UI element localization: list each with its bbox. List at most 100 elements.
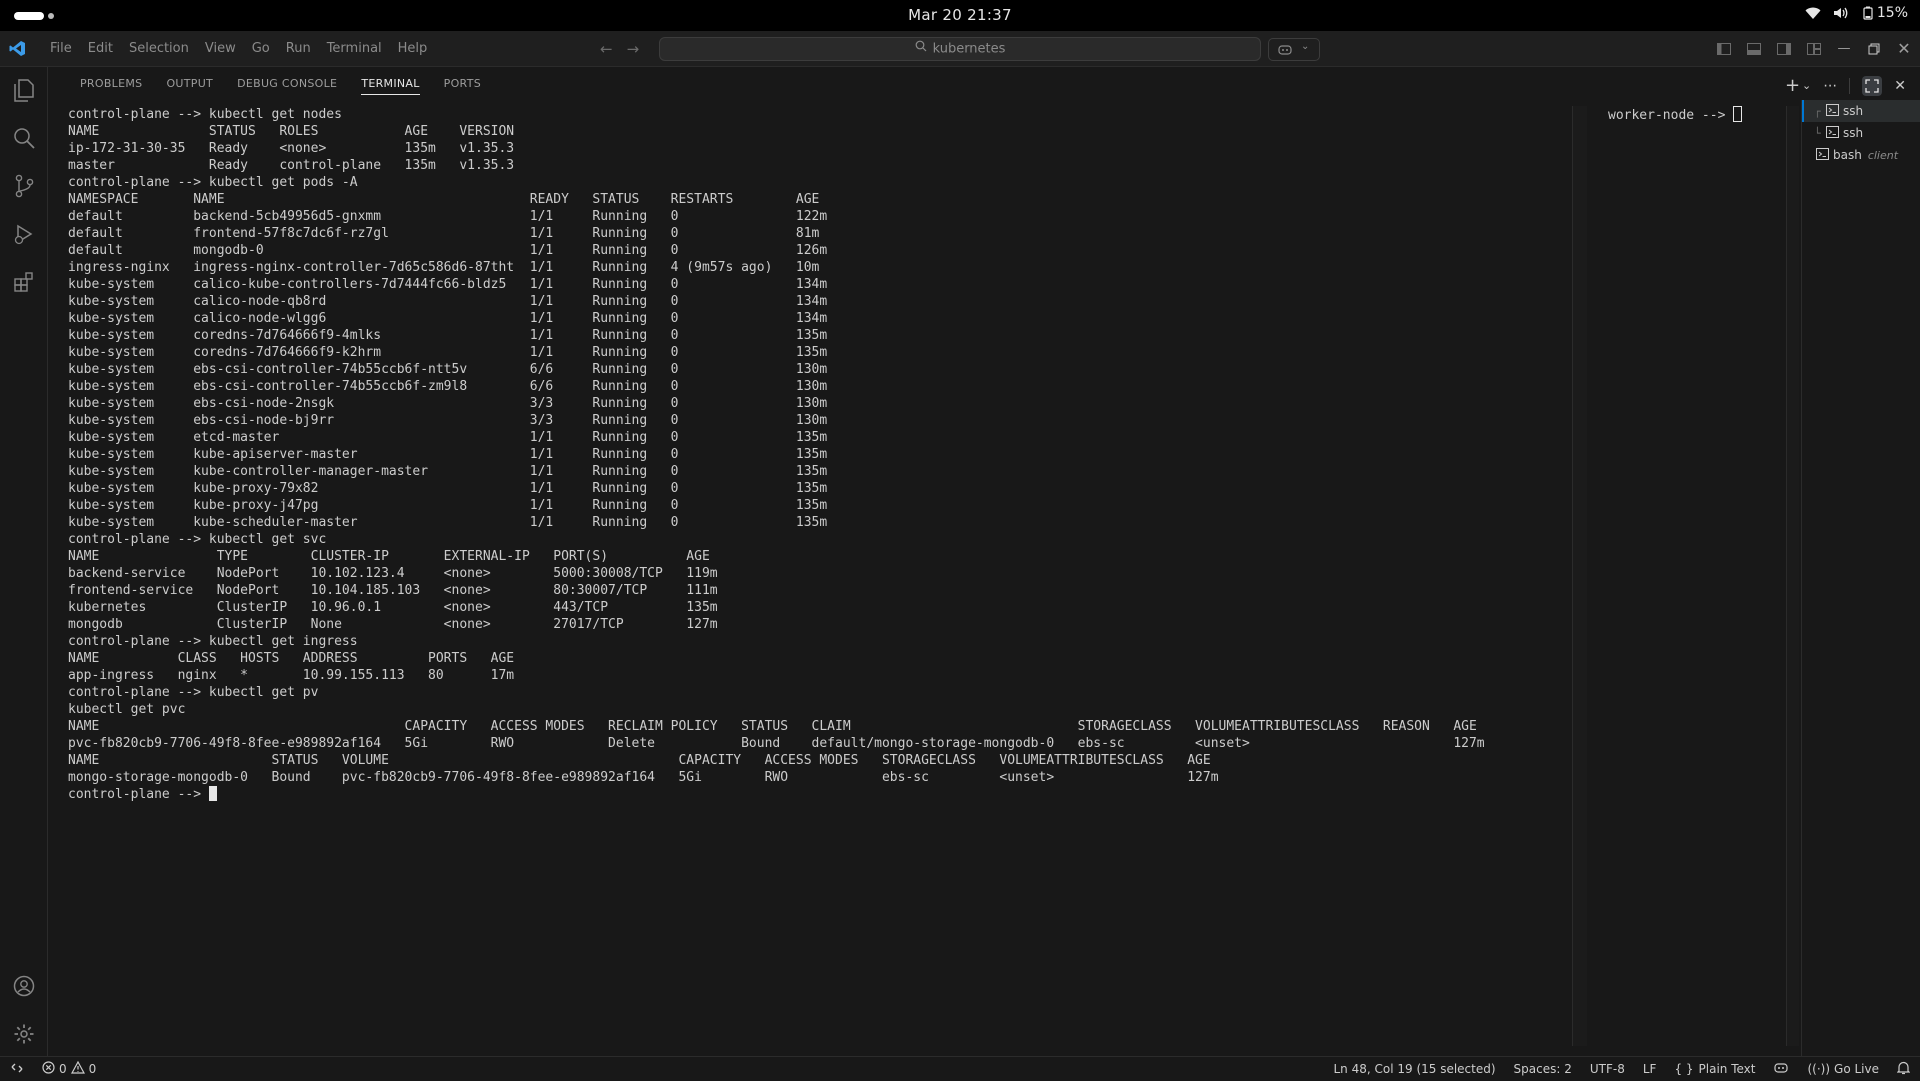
system-clock[interactable]: Mar 20 21:37: [0, 6, 1920, 24]
menu-run[interactable]: Run: [278, 41, 319, 56]
settings-gear-icon[interactable]: [11, 1021, 37, 1047]
terminal-line: ingress-nginx ingress-nginx-controller-7…: [68, 260, 820, 275]
terminal-tab-label: ssh: [1843, 104, 1864, 118]
terminal-line: kube-system ebs-csi-controller-74b55ccb6…: [68, 379, 828, 394]
terminal-line: pvc-fb820cb9-7706-49f8-8fee-e989892af164…: [68, 736, 1485, 751]
terminal-tab-description: client: [1867, 148, 1899, 162]
menu-selection[interactable]: Selection: [121, 41, 197, 56]
terminal-line: control-plane --> kubectl get pv: [68, 685, 319, 700]
tab-debug-console[interactable]: DEBUG CONSOLE: [225, 67, 349, 100]
terminal-line: kube-system ebs-csi-controller-74b55ccb6…: [68, 362, 828, 377]
back-arrow-icon[interactable]: ←: [600, 40, 613, 58]
braces-icon: { }: [1674, 1062, 1694, 1076]
restore-icon[interactable]: [1864, 39, 1884, 59]
status-right: Ln 48, Col 19 (15 selected) Spaces: 2 UT…: [1333, 1057, 1911, 1081]
tab-output[interactable]: OUTPUT: [154, 67, 225, 100]
terminal-control-plane[interactable]: control-plane --> kubectl get nodes NAME …: [68, 106, 1558, 1046]
nav-arrows: ← →: [600, 40, 639, 58]
run-debug-icon[interactable]: [11, 221, 37, 247]
terminal-cursor: [208, 786, 217, 801]
terminal-side-cursor: [1733, 106, 1743, 122]
forward-arrow-icon[interactable]: →: [627, 40, 640, 58]
terminal-line: kube-system calico-kube-controllers-7d74…: [68, 277, 828, 292]
remote-indicator[interactable]: [0, 1057, 34, 1081]
extensions-icon[interactable]: [11, 269, 37, 295]
terminal-output: control-plane --> kubectl get nodes NAME …: [68, 106, 1558, 786]
terminal-line: kube-system kube-proxy-79x82 1/1 Running…: [68, 481, 828, 496]
broadcast-icon: ((·)): [1807, 1062, 1831, 1076]
error-count: 0: [59, 1062, 67, 1076]
terminal-line: ip-172-31-30-35 Ready <none> 135m v1.35.…: [68, 141, 515, 156]
terminal-icon: [1826, 125, 1839, 141]
notifications-bell-icon[interactable]: [1896, 1061, 1911, 1078]
explorer-icon[interactable]: [11, 77, 37, 103]
window-controls: — ✕: [1714, 31, 1914, 66]
system-tray[interactable]: 15%: [1805, 5, 1908, 21]
terminal-line: kube-system ebs-csi-node-2nsgk 3/3 Runni…: [68, 396, 828, 411]
close-panel-icon[interactable]: ✕: [1894, 78, 1906, 94]
vscode-logo-icon: [9, 40, 26, 61]
more-actions-icon[interactable]: ⋯: [1823, 78, 1837, 94]
terminal-tab-bash[interactable]: bash client: [1802, 144, 1920, 166]
language-label: Plain Text: [1698, 1062, 1756, 1076]
copilot-status-icon[interactable]: [1773, 1061, 1789, 1078]
vscode-titlebar: File Edit Selection View Go Run Terminal…: [0, 31, 1920, 67]
battery-percent: 15%: [1876, 5, 1908, 21]
language-mode[interactable]: { } Plain Text: [1674, 1062, 1755, 1076]
terminal-line: default backend-5cb49956d5-gnxmm 1/1 Run…: [68, 209, 828, 224]
terminal-split-sash[interactable]: [1572, 106, 1587, 1046]
menu-edit[interactable]: Edit: [80, 41, 121, 56]
terminal-line: control-plane --> kubectl get svc: [68, 532, 327, 547]
encoding[interactable]: UTF-8: [1590, 1062, 1625, 1076]
menu-help[interactable]: Help: [390, 41, 436, 56]
terminal-line: kube-system etcd-master 1/1 Running 0 13…: [68, 430, 828, 445]
tab-terminal[interactable]: TERMINAL: [349, 67, 431, 100]
terminal-line: kube-system kube-proxy-j47pg 1/1 Running…: [68, 498, 828, 513]
terminal-list-sash[interactable]: [1786, 106, 1799, 1046]
toggle-secondary-sidebar-icon[interactable]: [1774, 39, 1794, 59]
go-live-label: Go Live: [1834, 1062, 1879, 1076]
status-bar: 0 0 Ln 48, Col 19 (15 selected) Spaces: …: [0, 1056, 1920, 1081]
problems-summary[interactable]: 0 0: [34, 1060, 96, 1077]
terminal-line: control-plane --> kubectl get pods -A: [68, 175, 358, 190]
terminal-tab-label: bash: [1833, 148, 1862, 162]
indentation[interactable]: Spaces: 2: [1514, 1062, 1572, 1076]
terminal-dropdown-chevron-icon[interactable]: ⌄: [1802, 79, 1811, 92]
go-live-button[interactable]: ((·)) Go Live: [1807, 1062, 1879, 1076]
menu-bar: File Edit Selection View Go Run Terminal…: [42, 31, 435, 66]
command-center-search[interactable]: kubernetes: [659, 37, 1261, 61]
customize-layout-icon[interactable]: [1804, 39, 1824, 59]
toggle-panel-icon[interactable]: [1744, 39, 1764, 59]
menu-terminal[interactable]: Terminal: [319, 41, 390, 56]
toggle-primary-sidebar-icon[interactable]: [1714, 39, 1734, 59]
menu-file[interactable]: File: [42, 41, 80, 56]
tree-connector: └: [1814, 126, 1821, 140]
terminal-line: NAME CLASS HOSTS ADDRESS PORTS AGE: [68, 651, 515, 666]
terminal-line: default frontend-57f8c7dc6f-rz7gl 1/1 Ru…: [68, 226, 820, 241]
tab-ports[interactable]: PORTS: [432, 67, 493, 100]
menu-view[interactable]: View: [197, 41, 244, 56]
terminal-line: kubernetes ClusterIP 10.96.0.1 <none> 44…: [68, 600, 718, 615]
copilot-menu-button[interactable]: ⌄: [1268, 38, 1320, 61]
new-terminal-icon[interactable]: +: [1785, 75, 1800, 96]
source-control-icon[interactable]: [11, 173, 37, 199]
terminal-tab-ssh-1[interactable]: ┌ ssh: [1802, 100, 1920, 122]
terminal-line: NAME CAPACITY ACCESS MODES RECLAIM POLIC…: [68, 719, 1477, 734]
terminal-tabs-list: ┌ ssh └ ssh bash client: [1801, 100, 1920, 1056]
end-of-line[interactable]: LF: [1643, 1062, 1657, 1076]
terminal-line: kube-system calico-node-qb8rd 1/1 Runnin…: [68, 294, 828, 309]
terminal-tab-ssh-2[interactable]: └ ssh: [1802, 122, 1920, 144]
minimize-icon[interactable]: —: [1834, 39, 1854, 59]
warning-icon: [70, 1060, 85, 1077]
tab-problems[interactable]: PROBLEMS: [68, 67, 154, 100]
menu-go[interactable]: Go: [244, 41, 278, 56]
cursor-position[interactable]: Ln 48, Col 19 (15 selected): [1333, 1062, 1495, 1076]
terminal-line: kube-system kube-scheduler-master 1/1 Ru…: [68, 515, 828, 530]
restore-panel-size-icon[interactable]: [1862, 75, 1883, 96]
panel-tabs: PROBLEMS OUTPUT DEBUG CONSOLE TERMINAL P…: [68, 67, 493, 100]
close-icon[interactable]: ✕: [1894, 39, 1914, 59]
search-view-icon[interactable]: [11, 125, 37, 151]
volume-icon: [1833, 6, 1849, 20]
accounts-icon[interactable]: [11, 973, 37, 999]
search-icon: [915, 38, 927, 60]
